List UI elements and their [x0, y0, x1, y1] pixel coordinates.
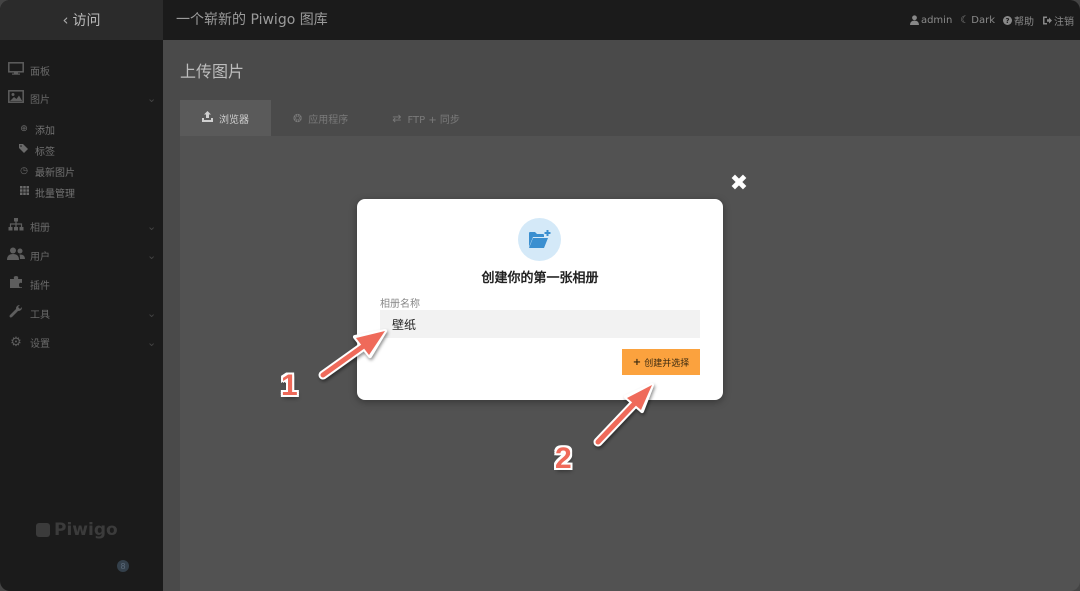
arrow-to-input	[318, 329, 387, 380]
app-window: ‹ 访问 一个崭新的 Piwigo 图库 admin ☾ Dark ? 帮助 注…	[0, 0, 1080, 591]
arrow-to-button	[593, 383, 654, 447]
annotation-arrows	[318, 329, 654, 447]
step-label-2: 2	[555, 442, 572, 475]
step-label-1: 1	[281, 369, 298, 402]
